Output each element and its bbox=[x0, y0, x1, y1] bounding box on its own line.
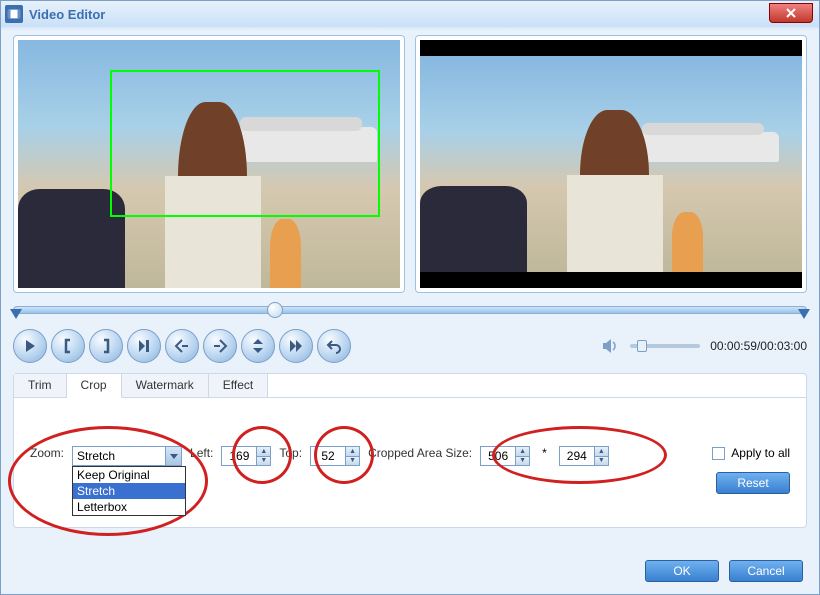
skip-end-button[interactable] bbox=[279, 329, 313, 363]
left-spin-up[interactable]: ▲ bbox=[257, 447, 270, 457]
apply-to-all-label: Apply to all bbox=[731, 446, 790, 460]
app-icon bbox=[5, 5, 23, 23]
dialog-buttons: OK Cancel bbox=[645, 560, 803, 582]
rotate-right-button[interactable] bbox=[203, 329, 237, 363]
titlebar[interactable]: Video Editor bbox=[1, 1, 819, 27]
preview-row bbox=[13, 35, 807, 293]
flip-vertical-button[interactable] bbox=[241, 329, 275, 363]
video-editor-window: Video Editor bbox=[0, 0, 820, 595]
height-field[interactable]: ▲▼ bbox=[559, 446, 609, 466]
close-button[interactable] bbox=[769, 3, 813, 23]
close-icon bbox=[785, 8, 797, 18]
crop-rectangle[interactable] bbox=[110, 70, 380, 217]
height-input[interactable] bbox=[559, 446, 595, 466]
timeline-end-marker[interactable] bbox=[798, 309, 810, 319]
zoom-option-keep-original[interactable]: Keep Original bbox=[73, 467, 185, 483]
top-spin-up[interactable]: ▲ bbox=[346, 447, 359, 457]
volume-thumb[interactable] bbox=[637, 340, 647, 352]
timeline[interactable] bbox=[13, 301, 807, 319]
zoom-label: Zoom: bbox=[30, 446, 64, 460]
top-field[interactable]: ▲▼ bbox=[310, 446, 360, 466]
tab-trim[interactable]: Trim bbox=[14, 374, 67, 397]
apply-to-all-checkbox[interactable]: Apply to all bbox=[712, 446, 790, 460]
playback-controls: 00:00:59/00:03:00 bbox=[13, 329, 807, 363]
play-button[interactable] bbox=[13, 329, 47, 363]
width-spin-up[interactable]: ▲ bbox=[516, 447, 529, 457]
zoom-combobox-arrow[interactable] bbox=[165, 447, 181, 465]
volume-slider[interactable] bbox=[630, 344, 700, 348]
width-field[interactable]: ▲▼ bbox=[480, 446, 530, 466]
left-label: Left: bbox=[190, 446, 213, 460]
reset-button[interactable]: Reset bbox=[716, 472, 790, 494]
width-spin-down[interactable]: ▼ bbox=[516, 457, 529, 466]
height-spin-down[interactable]: ▼ bbox=[595, 457, 608, 466]
timeline-start-marker[interactable] bbox=[10, 309, 22, 319]
window-title: Video Editor bbox=[29, 7, 105, 22]
apply-to-all-box[interactable] bbox=[712, 447, 725, 460]
top-spin-down[interactable]: ▼ bbox=[346, 457, 359, 466]
source-preview-pane[interactable] bbox=[13, 35, 405, 293]
left-input[interactable] bbox=[221, 446, 257, 466]
source-video-area[interactable] bbox=[18, 40, 400, 288]
zoom-combobox[interactable]: Stretch Keep Original Stretch Letterbox bbox=[72, 446, 182, 466]
width-input[interactable] bbox=[480, 446, 516, 466]
tab-row: Trim Crop Watermark Effect bbox=[14, 374, 806, 398]
zoom-dropdown-list[interactable]: Keep Original Stretch Letterbox bbox=[72, 466, 186, 516]
volume-icon[interactable] bbox=[600, 336, 620, 356]
cancel-button[interactable]: Cancel bbox=[729, 560, 803, 582]
next-frame-button[interactable] bbox=[127, 329, 161, 363]
undo-button[interactable] bbox=[317, 329, 351, 363]
area-size-label: Cropped Area Size: bbox=[368, 446, 472, 460]
zoom-option-letterbox[interactable]: Letterbox bbox=[73, 499, 185, 515]
rotate-left-button[interactable] bbox=[165, 329, 199, 363]
height-spin-up[interactable]: ▲ bbox=[595, 447, 608, 457]
left-field[interactable]: ▲▼ bbox=[221, 446, 271, 466]
output-video-area bbox=[420, 40, 802, 288]
crop-panel: Zoom: Stretch Keep Original Stretch Lett… bbox=[14, 398, 806, 510]
tab-watermark[interactable]: Watermark bbox=[122, 374, 209, 397]
top-label: Top: bbox=[279, 446, 302, 460]
left-spin-down[interactable]: ▼ bbox=[257, 457, 270, 466]
ok-button[interactable]: OK bbox=[645, 560, 719, 582]
zoom-option-stretch[interactable]: Stretch bbox=[73, 483, 185, 499]
output-preview-pane bbox=[415, 35, 807, 293]
effects-panel: Trim Crop Watermark Effect Zoom: Stretch… bbox=[13, 373, 807, 528]
tab-effect[interactable]: Effect bbox=[209, 374, 268, 397]
time-display: 00:00:59/00:03:00 bbox=[710, 339, 807, 353]
top-input[interactable] bbox=[310, 446, 346, 466]
tab-crop[interactable]: Crop bbox=[67, 374, 122, 398]
mark-out-button[interactable] bbox=[89, 329, 123, 363]
dimension-multiplier: * bbox=[542, 446, 547, 460]
timeline-thumb[interactable] bbox=[267, 302, 283, 318]
mark-in-button[interactable] bbox=[51, 329, 85, 363]
